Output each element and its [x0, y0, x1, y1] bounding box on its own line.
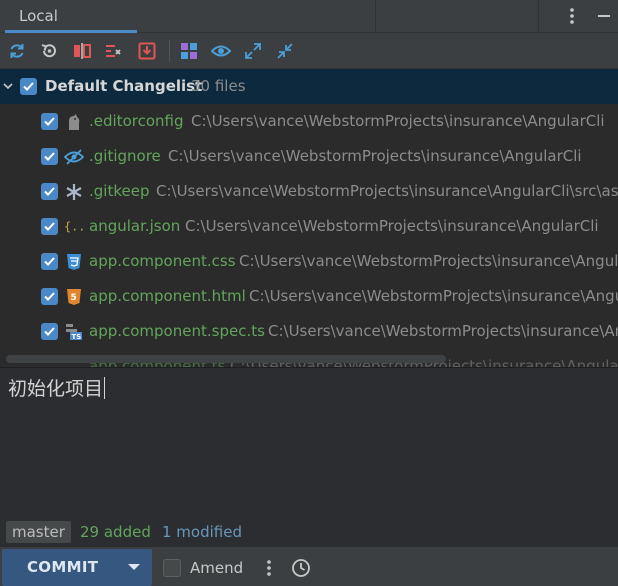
shelve-button[interactable]	[136, 40, 158, 62]
file-name: .gitignore	[89, 147, 161, 165]
tool-window-header: Local Changes	[0, 0, 618, 58]
more-options-icon[interactable]	[563, 6, 581, 26]
file-name: app.component.css	[89, 252, 236, 270]
commit-button[interactable]: COMMIT	[2, 549, 152, 586]
tab-divider	[538, 0, 539, 33]
diff-icon	[74, 43, 91, 59]
more-options-icon[interactable]	[262, 558, 276, 578]
chevron-down-icon[interactable]	[2, 80, 14, 92]
asterisk-icon	[64, 182, 84, 202]
text-caret	[104, 377, 106, 399]
shelve-icon	[138, 42, 156, 60]
minimize-icon[interactable]	[596, 6, 612, 26]
rollback-icon	[41, 44, 56, 58]
changelist-row[interactable]: Default Changelist 30 files	[0, 69, 618, 104]
move-to-changelist-button[interactable]	[103, 40, 125, 62]
preview-diff-button[interactable]	[210, 40, 232, 62]
expand-all-button[interactable]	[242, 40, 264, 62]
svg-text:{..}: {..}	[64, 220, 84, 234]
file-name: app.component.html	[89, 287, 246, 305]
file-path: C:\Users\vance\WebstormProjects\insuranc…	[249, 287, 618, 305]
commit-button-label: COMMIT	[27, 558, 99, 576]
file-row[interactable]: app.component.css C:\Users\vance\Webstor…	[0, 244, 618, 279]
dropdown-arrow-icon[interactable]	[127, 562, 141, 572]
changelist-move-icon	[106, 45, 121, 57]
editorconfig-icon	[64, 112, 84, 132]
changelist-count: 30 files	[191, 77, 246, 95]
file-checkbox[interactable]	[41, 113, 58, 130]
file-path: C:\Users\vance\WebstormProjects\insuranc…	[239, 252, 618, 270]
file-row[interactable]: .editorconfig C:\Users\vance\WebstormPro…	[0, 104, 618, 139]
refresh-icon	[10, 44, 24, 58]
file-row[interactable]: .gitkeep C:\Users\vance\WebstormProjects…	[0, 174, 618, 209]
file-path: C:\Users\vance\WebstormProjects\insuranc…	[185, 217, 599, 235]
collapse-all-button[interactable]	[274, 40, 296, 62]
file-checkbox[interactable]	[41, 323, 58, 340]
file-checkbox[interactable]	[41, 218, 58, 235]
amend-checkbox[interactable]	[163, 559, 181, 577]
file-checkbox[interactable]	[41, 183, 58, 200]
file-path: C:\Users\vance\WebstormProjects\insuranc…	[268, 322, 618, 340]
file-checkbox[interactable]	[41, 148, 58, 165]
commit-status-bar: master 29 added 1 modified	[0, 517, 618, 547]
file-row[interactable]: .gitignore C:\Users\vance\WebstormProjec…	[0, 139, 618, 174]
toolbar-separator	[169, 40, 170, 62]
changes-tree[interactable]: Default Changelist 30 files .editorconfi…	[0, 69, 618, 367]
file-path: C:\Users\vance\WebstormProjects\insuranc…	[156, 182, 618, 200]
changes-toolbar	[0, 33, 618, 69]
json-icon: {..}	[64, 217, 84, 237]
typescript-test-icon: TS	[64, 322, 84, 342]
file-row[interactable]: 5 app.component.html C:\Users\vance\Webs…	[0, 279, 618, 314]
css-icon	[64, 252, 84, 272]
file-checkbox[interactable]	[41, 288, 58, 305]
commit-action-bar: COMMIT Amend	[0, 547, 618, 586]
expand-all-icon	[245, 43, 261, 59]
modified-count[interactable]: 1 modified	[162, 517, 242, 547]
history-clock-icon[interactable]	[291, 558, 311, 578]
tab-local-changes[interactable]: Local Changes	[5, 0, 137, 58]
branch-badge[interactable]: master	[6, 521, 71, 543]
rollback-button[interactable]	[38, 40, 60, 62]
horizontal-scrollbar[interactable]	[6, 355, 446, 363]
file-path: C:\Users\vance\WebstormProjects\insuranc…	[191, 112, 605, 130]
commit-message-text[interactable]: 初始化项目	[8, 374, 106, 401]
file-checkbox[interactable]	[41, 253, 58, 270]
eye-icon	[211, 45, 231, 57]
added-count[interactable]: 29 added	[80, 517, 151, 547]
changelist-name: Default Changelist	[45, 77, 203, 95]
changelist-checkbox[interactable]	[20, 78, 37, 95]
amend-label[interactable]: Amend	[190, 547, 243, 586]
file-name: .gitkeep	[89, 182, 150, 200]
file-row[interactable]: {..} angular.json C:\Users\vance\Webstor…	[0, 209, 618, 244]
commit-message-editor[interactable]: 初始化项目	[0, 367, 618, 517]
svg-text:TS: TS	[72, 333, 82, 341]
svg-text:5: 5	[71, 293, 77, 303]
file-name: app.component.spec.ts	[89, 322, 265, 340]
group-by-button[interactable]	[178, 40, 200, 62]
file-name: angular.json	[89, 217, 181, 235]
collapse-all-icon	[277, 43, 293, 59]
file-row[interactable]: TS app.component.spec.ts C:\Users\vance\…	[0, 314, 618, 349]
gitignore-icon	[64, 147, 84, 167]
group-by-icon	[181, 43, 197, 59]
refresh-button[interactable]	[6, 40, 28, 62]
html-icon: 5	[64, 287, 84, 307]
tab-divider	[375, 0, 376, 33]
file-path: C:\Users\vance\WebstormProjects\insuranc…	[168, 147, 582, 165]
show-diff-button[interactable]	[71, 40, 93, 62]
file-name: .editorconfig	[89, 112, 184, 130]
